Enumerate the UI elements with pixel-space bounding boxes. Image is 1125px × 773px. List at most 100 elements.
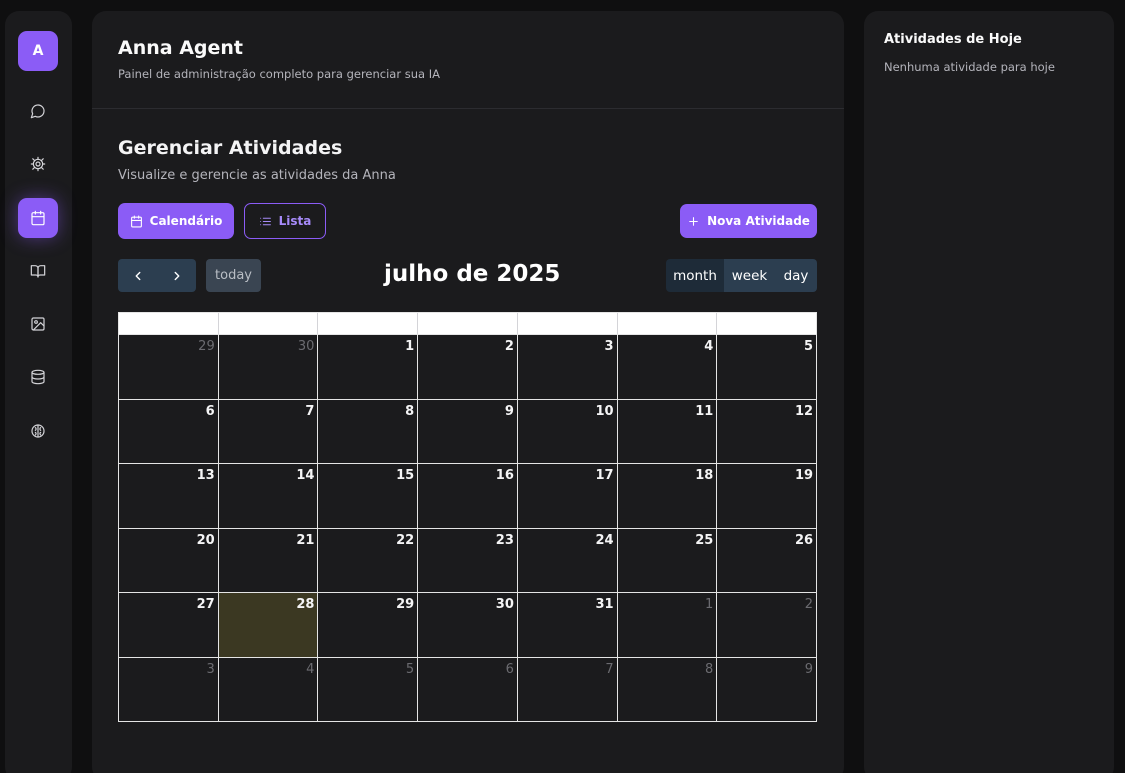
calendar-day-cell[interactable]: 9 [417,399,517,463]
new-activity-button[interactable]: Nova Atividade [680,204,817,238]
day-number: 6 [505,661,514,677]
day-number: 30 [297,339,315,354]
calendar-day-cell[interactable]: 22 [317,528,417,592]
day-view-button[interactable]: day [775,259,817,292]
today-activities-title: Atividades de Hoje [884,32,1022,47]
calendar-day-cell[interactable]: 29 [317,593,417,657]
calendar-view-label: Calendário [149,214,223,228]
calendar-day-cell[interactable]: 13 [119,464,218,528]
calendar-day-cell[interactable]: 6 [119,400,218,464]
list-view-button[interactable]: Lista [244,203,326,239]
sidebar-item-database[interactable] [18,357,58,397]
calendar-day-cell[interactable]: 15 [317,464,417,528]
calendar-day-cell[interactable]: 27 [119,593,218,657]
day-number: 4 [704,339,714,354]
calendar-day-cell[interactable]: 25 [616,528,717,592]
new-activity-label: Nova Atividade [707,214,810,228]
calendar-day-cell[interactable]: 21 [217,528,318,592]
weekday-header-cell [516,313,617,334]
calendar-day-cell[interactable]: 5 [317,657,417,721]
calendar-day-cell[interactable]: 4 [616,335,717,399]
calendar-title: julho de 2025 [384,261,561,287]
image-icon [31,317,45,331]
weekday-header-cell [119,313,218,334]
calendar-day-cell[interactable]: 10 [516,399,617,463]
calendar-day-cell[interactable]: 7 [217,399,318,463]
calendar-day-today[interactable]: 28 [217,593,318,657]
calendar-day-cell[interactable]: 18 [616,464,717,528]
day-number: 8 [405,403,415,419]
prev-month-button[interactable] [118,259,157,292]
weekday-header [119,313,816,334]
calendar-day-cell[interactable]: 30 [217,335,318,399]
day-number: 11 [695,403,714,419]
sidebar-item-images[interactable] [18,304,58,344]
calendar-day-cell[interactable]: 11 [616,399,717,463]
calendar-day-cell[interactable]: 26 [716,528,816,592]
calendar-icon [130,215,142,227]
day-number: 4 [306,661,315,677]
day-number: 1 [405,339,415,354]
chevron-left-icon [135,271,140,280]
section-title: Gerenciar Atividades [118,137,343,159]
calendar-week-row: 13 14 15 16 17 18 19 [119,463,816,528]
calendar-day-cell[interactable]: 2 [417,335,517,399]
calendar-day-cell[interactable]: 29 [119,335,218,399]
calendar-day-cell[interactable]: 8 [616,657,717,721]
calendar-week-row: 6 7 8 9 10 11 12 [119,398,816,464]
calendar-day-cell[interactable]: 17 [516,464,617,528]
day-number: 15 [396,468,415,483]
day-number: 9 [804,661,814,677]
day-number: 27 [196,597,215,612]
calendar-day-cell[interactable]: 14 [217,464,318,528]
day-number: 3 [206,661,215,677]
day-number: 20 [196,532,215,548]
calendar-day-cell[interactable]: 19 [716,464,816,528]
weekday-header-cell [616,313,717,334]
today-activities-empty: Nenhuma atividade para hoje [884,60,1055,74]
calendar-day-cell[interactable]: 1 [616,593,717,657]
calendar-week-row: 27 28 29 30 31 1 2 [119,592,816,657]
calendar-day-cell[interactable]: 12 [716,399,816,463]
day-number: 10 [595,403,614,419]
calendar-day-cell[interactable]: 16 [417,464,517,528]
sidebar-item-chat[interactable] [18,91,58,131]
page-header: Anna Agent Painel de administração compl… [92,11,844,109]
calendar-day-cell[interactable]: 23 [417,528,517,592]
calendar-day-cell[interactable]: 30 [417,593,517,657]
calendar-day-cell[interactable]: 31 [516,593,617,657]
calendar-day-cell[interactable]: 24 [516,528,617,592]
page-title: Anna Agent [118,37,243,59]
calendar-day-cell[interactable]: 5 [716,335,816,399]
day-number: 7 [605,661,614,677]
day-number: 14 [296,468,315,483]
calendar-day-cell[interactable]: 9 [716,657,816,721]
day-number: 22 [396,532,415,548]
calendar-day-cell[interactable]: 2 [716,593,816,657]
day-number: 9 [504,403,514,419]
calendar-day-cell[interactable]: 3 [119,658,218,722]
calendar-day-cell[interactable]: 6 [417,657,517,721]
app: A Anna Agent Painel de administração com… [0,0,1125,773]
avatar[interactable]: A [18,31,58,71]
today-button[interactable]: today [206,259,261,292]
next-month-button[interactable] [157,259,196,292]
sidebar-item-knowledge[interactable] [18,251,58,291]
calendar-day-cell[interactable]: 3 [516,335,617,399]
week-view-button[interactable]: week [724,259,775,292]
sidebar-item-brain[interactable] [18,411,58,451]
calendar-day-cell[interactable]: 1 [317,335,417,399]
day-number: 18 [695,468,714,483]
calendar-day-cell[interactable]: 20 [119,529,218,593]
calendar-view-button[interactable]: Calendário [118,203,234,239]
plus-icon [689,216,698,226]
month-view-button[interactable]: month [666,259,724,292]
calendar-week-row: 3 4 5 6 7 8 9 [119,656,816,722]
calendar-day-cell[interactable]: 7 [516,657,617,721]
calendar-day-cell[interactable]: 4 [217,657,318,721]
calendar-day-cell[interactable]: 8 [317,399,417,463]
day-number: 29 [198,339,215,354]
sidebar-item-settings[interactable] [18,144,58,184]
day-number: 5 [803,339,814,354]
sidebar-item-activities[interactable] [18,198,58,238]
